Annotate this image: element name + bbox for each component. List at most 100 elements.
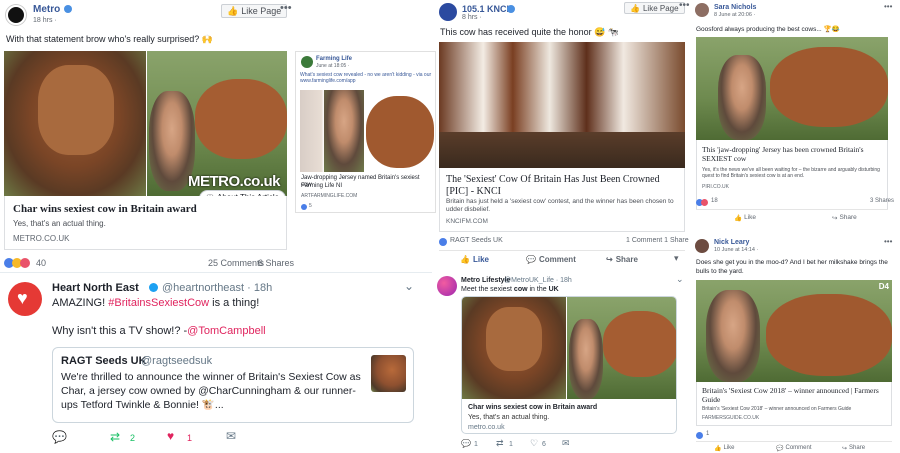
quoted-thumbnail bbox=[371, 355, 406, 392]
sara-link-card[interactable]: This 'jaw-dropping' Jersey has been crow… bbox=[696, 140, 888, 210]
comment-icon: 💬 bbox=[776, 446, 784, 452]
sara-shares[interactable]: 3 Shares bbox=[870, 198, 894, 204]
like-page-button[interactable]: 👍 Like Page bbox=[624, 2, 685, 14]
tweet-text-part: Meet the sexiest bbox=[461, 286, 514, 293]
farming-image[interactable] bbox=[300, 90, 434, 172]
sara-reaction-count[interactable]: 18 bbox=[711, 198, 718, 204]
more-options-icon[interactable]: ••• bbox=[679, 0, 690, 11]
metro-lifestyle-handle: @MetroUK_Life · 18h bbox=[504, 277, 572, 284]
comment-label: Comment bbox=[538, 255, 576, 264]
nick-link-card[interactable]: Britain's 'Sexiest Cow 2018' – winner an… bbox=[696, 382, 892, 426]
share-action[interactable]: ↪ Share bbox=[606, 255, 638, 264]
love-reaction-icon bbox=[701, 199, 708, 206]
mention-link[interactable]: @TomCampbell bbox=[187, 325, 265, 337]
knci-name[interactable]: 105.1 KNCI bbox=[462, 4, 509, 14]
heart-avatar[interactable]: ♥ bbox=[8, 282, 42, 316]
comment-share-count[interactable]: 1 Comment 1 Share bbox=[626, 237, 689, 244]
farming-name[interactable]: Farming Life bbox=[316, 56, 352, 62]
heart-name[interactable]: Heart North East bbox=[52, 282, 139, 294]
selfie-cow-image[interactable] bbox=[696, 37, 888, 140]
reactions-count[interactable]: 40 bbox=[36, 258, 46, 268]
verified-icon bbox=[507, 5, 515, 13]
more-options-icon[interactable]: ••• bbox=[280, 2, 292, 14]
highland-cow-image[interactable] bbox=[4, 51, 146, 196]
link-domain: KNCIFM.COM bbox=[446, 218, 488, 225]
more-options-icon[interactable]: ••• bbox=[884, 237, 892, 246]
dm-icon[interactable]: ✉ bbox=[562, 438, 570, 449]
link-title: Britain's 'Sexiest Cow 2018' – winner an… bbox=[702, 386, 879, 404]
farming-avatar[interactable] bbox=[301, 56, 313, 68]
like-count: 1 bbox=[187, 433, 193, 443]
link-desc: Britain has just held a 'sexiest cow' co… bbox=[446, 198, 674, 213]
comment-action[interactable]: 💬 Comment bbox=[776, 445, 812, 452]
shares-count[interactable]: 6 Shares bbox=[258, 258, 294, 268]
share-label: Share bbox=[839, 214, 857, 221]
nick-reaction-count[interactable]: 1 bbox=[706, 431, 709, 437]
hashtag-link[interactable]: #BritainsSexiestCow bbox=[108, 297, 209, 309]
sara-name[interactable]: Sara Nichols bbox=[714, 4, 756, 11]
like-label: Like bbox=[472, 255, 489, 264]
card-title: Char wins sexiest cow in Britain award bbox=[468, 404, 598, 411]
like-action[interactable]: 👍 Like bbox=[460, 255, 489, 264]
metro-link-card[interactable]: Char wins sexiest cow in Britain award Y… bbox=[4, 196, 287, 250]
retweet-icon[interactable]: ⇄ bbox=[496, 438, 504, 449]
comment-action[interactable]: 💬 Comment bbox=[526, 255, 576, 264]
farming-text: What's sexiest cow revealed - no we aren… bbox=[300, 72, 432, 84]
quoted-tweet[interactable]: RAGT Seeds UK @ragtseedsuk We're thrille… bbox=[52, 347, 414, 423]
nick-name[interactable]: Nick Leary bbox=[714, 239, 749, 246]
knci-link-card[interactable]: The 'Sexiest' Cow Of Britain Has Just Be… bbox=[439, 168, 685, 232]
share-action[interactable]: ↪ Share bbox=[842, 445, 865, 452]
sara-meta: 8 June at 20:06 · bbox=[714, 12, 756, 18]
metro-name[interactable]: Metro bbox=[33, 4, 60, 15]
chevron-down-icon[interactable]: ⌄ bbox=[676, 274, 684, 285]
retweet-icon[interactable]: ⇄ bbox=[110, 430, 120, 444]
like-page-button[interactable]: 👍 Like Page bbox=[221, 4, 288, 18]
thumbs-up-icon: 👍 bbox=[734, 215, 743, 222]
nick-avatar[interactable] bbox=[695, 239, 709, 253]
metro-lifestyle-card[interactable]: Char wins sexiest cow in Britain award Y… bbox=[461, 296, 677, 434]
card-domain: metro.co.uk bbox=[468, 424, 505, 431]
sara-avatar[interactable] bbox=[695, 3, 709, 17]
like-count: 6 bbox=[542, 441, 546, 448]
link-title: The 'Sexiest' Cow Of Britain Has Just Be… bbox=[446, 174, 660, 197]
metro-avatar[interactable] bbox=[6, 5, 26, 25]
reply-icon[interactable]: 💬 bbox=[461, 439, 471, 448]
thumbs-up-icon: 👍 bbox=[460, 255, 470, 264]
metro-lifestyle-name[interactable]: Metro Lifestyle bbox=[461, 277, 510, 284]
reaction-icons[interactable] bbox=[4, 258, 30, 268]
farming-meta: June at 18:05 · bbox=[316, 63, 350, 69]
like-action[interactable]: 👍 Like bbox=[734, 214, 756, 222]
share-action[interactable]: ↪ Share bbox=[832, 214, 857, 222]
reactor-name[interactable]: RAGT Seeds UK bbox=[450, 237, 503, 244]
metro-post: Metro 18 hrs · 👍 Like Page ••• With that… bbox=[0, 0, 296, 272]
comments-count[interactable]: 25 Comments bbox=[208, 258, 264, 268]
highland-cow-image bbox=[462, 297, 566, 399]
heart-line1-prefix: AMAZING! bbox=[52, 297, 109, 309]
like-reaction-icon bbox=[439, 238, 447, 246]
chevron-down-icon[interactable]: ▾ bbox=[674, 253, 679, 264]
man-cow-image[interactable]: D4 bbox=[696, 280, 892, 382]
link-desc: Yes, it's the news we've all been waitin… bbox=[702, 167, 880, 179]
cows-herd-image[interactable] bbox=[439, 42, 685, 168]
knci-avatar[interactable] bbox=[439, 3, 457, 21]
heart-logo-icon: ♥ bbox=[17, 288, 28, 308]
heart-line2: Why isn't this a TV show!? -@TomCampbell bbox=[52, 325, 266, 337]
link-domain: METRO.CO.UK bbox=[13, 234, 70, 243]
metro-lifestyle-avatar[interactable] bbox=[437, 276, 457, 296]
more-options-icon[interactable]: ••• bbox=[884, 2, 892, 11]
like-heart-icon[interactable]: ♥ bbox=[167, 429, 174, 443]
nick-text: Does she get you in the moo-d? And I bet… bbox=[696, 259, 888, 275]
like-heart-icon[interactable]: ♡ bbox=[530, 438, 538, 449]
heart-handle: @heartnortheast · 18h bbox=[162, 282, 273, 294]
sara-text: Goosford always producing the best cows.… bbox=[696, 26, 840, 33]
heart-line1-suffix: is a thing! bbox=[209, 297, 260, 309]
like-action[interactable]: 👍 Like bbox=[714, 445, 735, 452]
reply-icon[interactable]: 💬 bbox=[52, 430, 67, 444]
quoted-text: We're thrilled to announce the winner of… bbox=[61, 371, 361, 411]
metro-time: 18 hrs · bbox=[33, 17, 57, 24]
comment-label: Comment bbox=[785, 445, 812, 451]
chevron-down-icon[interactable]: ⌄ bbox=[404, 279, 414, 293]
dm-icon[interactable]: ✉ bbox=[226, 429, 236, 443]
share-icon: ↪ bbox=[832, 215, 838, 222]
quoted-handle: @ragtseedsuk bbox=[141, 355, 213, 367]
